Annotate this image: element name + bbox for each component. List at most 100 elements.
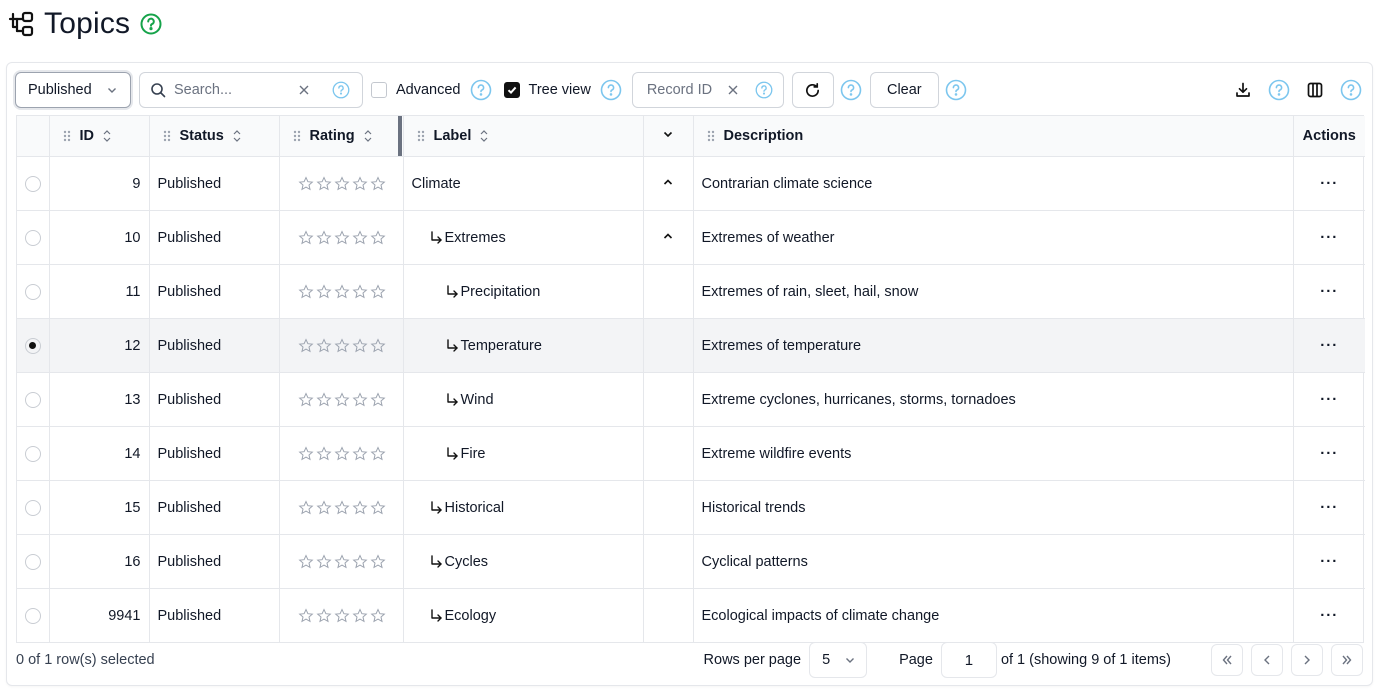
chevron-down-icon[interactable] [662, 128, 674, 140]
star-icon[interactable] [297, 445, 314, 462]
star-icon[interactable] [369, 445, 386, 462]
expander-cell[interactable] [643, 210, 694, 265]
table-row[interactable]: 12 Published Temperature Extremes of temper… [17, 318, 1365, 373]
rating-stars[interactable] [280, 229, 403, 246]
sort-icon[interactable] [363, 129, 373, 143]
star-icon[interactable] [333, 337, 350, 354]
star-icon[interactable] [333, 445, 350, 462]
row-radio[interactable] [24, 607, 41, 624]
star-icon[interactable] [351, 499, 368, 516]
advanced-help-icon[interactable] [470, 79, 492, 101]
star-icon[interactable] [333, 283, 350, 300]
record-id-input[interactable]: Record ID [631, 72, 784, 108]
chevron-up-icon[interactable] [662, 230, 674, 242]
tree-view-help-icon[interactable] [600, 79, 622, 101]
star-icon[interactable] [369, 391, 386, 408]
rating-stars[interactable] [280, 337, 403, 354]
row-select-cell[interactable] [17, 264, 50, 319]
expand-all-header[interactable] [643, 116, 694, 157]
table-row[interactable]: 15 Published Historical Historical trends ··… [17, 480, 1365, 535]
drag-handle-icon[interactable] [292, 129, 302, 143]
star-icon[interactable] [369, 553, 386, 570]
rows-per-page-select[interactable]: 5 [809, 642, 868, 678]
last-page-button[interactable] [1331, 644, 1363, 676]
star-icon[interactable] [369, 229, 386, 246]
expander-cell[interactable] [643, 156, 694, 211]
sort-icon[interactable] [102, 129, 112, 143]
column-header-id[interactable]: ID [49, 116, 150, 157]
table-row[interactable]: 13 Published Wind Extreme cyclones, hurrica… [17, 372, 1365, 427]
star-icon[interactable] [369, 337, 386, 354]
status-filter-select[interactable]: Published [15, 72, 131, 108]
sort-icon[interactable] [479, 129, 489, 143]
star-icon[interactable] [297, 607, 314, 624]
rating-stars[interactable] [280, 445, 403, 462]
row-radio[interactable] [24, 229, 41, 246]
star-icon[interactable] [297, 337, 314, 354]
column-header-status[interactable]: Status [149, 116, 280, 157]
row-select-cell[interactable] [17, 156, 50, 211]
star-icon[interactable] [333, 499, 350, 516]
star-icon[interactable] [315, 445, 332, 462]
first-page-button[interactable] [1211, 644, 1243, 676]
star-icon[interactable] [369, 175, 386, 192]
star-icon[interactable] [351, 229, 368, 246]
download-icon[interactable] [1232, 79, 1254, 101]
row-radio[interactable] [24, 499, 41, 516]
star-icon[interactable] [315, 175, 332, 192]
table-row[interactable]: 10 Published Extremes Extremes of weather ··… [17, 210, 1365, 265]
star-icon[interactable] [351, 391, 368, 408]
clear-button[interactable]: Clear [869, 72, 939, 108]
row-select-cell[interactable] [17, 318, 50, 373]
record-id-help-icon[interactable] [753, 79, 775, 101]
column-resizer[interactable] [398, 116, 402, 156]
columns-help-icon[interactable] [1340, 79, 1362, 101]
rating-stars[interactable] [280, 283, 403, 300]
row-actions-button[interactable]: ··· [1293, 589, 1365, 643]
table-row[interactable]: 11 Published Precipitation Extremes of rain… [17, 264, 1365, 319]
column-header-description[interactable]: Description [693, 116, 1294, 157]
drag-handle-icon[interactable] [706, 129, 716, 143]
advanced-toggle[interactable]: Advanced [371, 79, 492, 101]
row-actions-button[interactable]: ··· [1293, 534, 1365, 589]
table-row[interactable]: 9941 Published Ecology Ecological impacts o… [17, 588, 1365, 643]
star-icon[interactable] [315, 283, 332, 300]
prev-page-button[interactable] [1251, 644, 1283, 676]
star-icon[interactable] [351, 445, 368, 462]
row-actions-button[interactable]: ··· [1293, 210, 1365, 265]
star-icon[interactable] [315, 391, 332, 408]
clear-help-icon[interactable] [945, 79, 967, 101]
columns-icon[interactable] [1304, 79, 1326, 101]
row-actions-button[interactable]: ··· [1293, 372, 1365, 427]
row-radio[interactable] [24, 175, 41, 192]
star-icon[interactable] [333, 229, 350, 246]
row-actions-button[interactable]: ··· [1293, 318, 1365, 373]
tree-view-toggle[interactable]: Tree view [503, 79, 622, 101]
star-icon[interactable] [351, 175, 368, 192]
table-row[interactable]: 9 Published Climate Contrarian climate scie… [17, 156, 1365, 211]
star-icon[interactable] [369, 499, 386, 516]
row-select-cell[interactable] [17, 372, 50, 427]
search-input[interactable]: Search... [139, 72, 363, 108]
drag-handle-icon[interactable] [62, 129, 72, 143]
star-icon[interactable] [297, 229, 314, 246]
drag-handle-icon[interactable] [162, 129, 172, 143]
refresh-help-icon[interactable] [840, 79, 862, 101]
row-actions-button[interactable]: ··· [1293, 264, 1365, 319]
star-icon[interactable] [369, 607, 386, 624]
search-help-icon[interactable] [330, 79, 352, 101]
row-select-cell[interactable] [17, 210, 50, 265]
tree-view-checkbox[interactable] [503, 82, 520, 98]
star-icon[interactable] [351, 607, 368, 624]
star-icon[interactable] [297, 499, 314, 516]
star-icon[interactable] [315, 607, 332, 624]
sort-icon[interactable] [232, 129, 242, 143]
star-icon[interactable] [297, 553, 314, 570]
table-row[interactable]: 16 Published Cycles Cyclical patterns ··· [17, 534, 1365, 589]
drag-handle-icon[interactable] [416, 129, 426, 143]
star-icon[interactable] [333, 175, 350, 192]
row-radio[interactable] [24, 391, 41, 408]
column-header-label[interactable]: Label [403, 116, 644, 157]
star-icon[interactable] [297, 391, 314, 408]
star-icon[interactable] [315, 229, 332, 246]
